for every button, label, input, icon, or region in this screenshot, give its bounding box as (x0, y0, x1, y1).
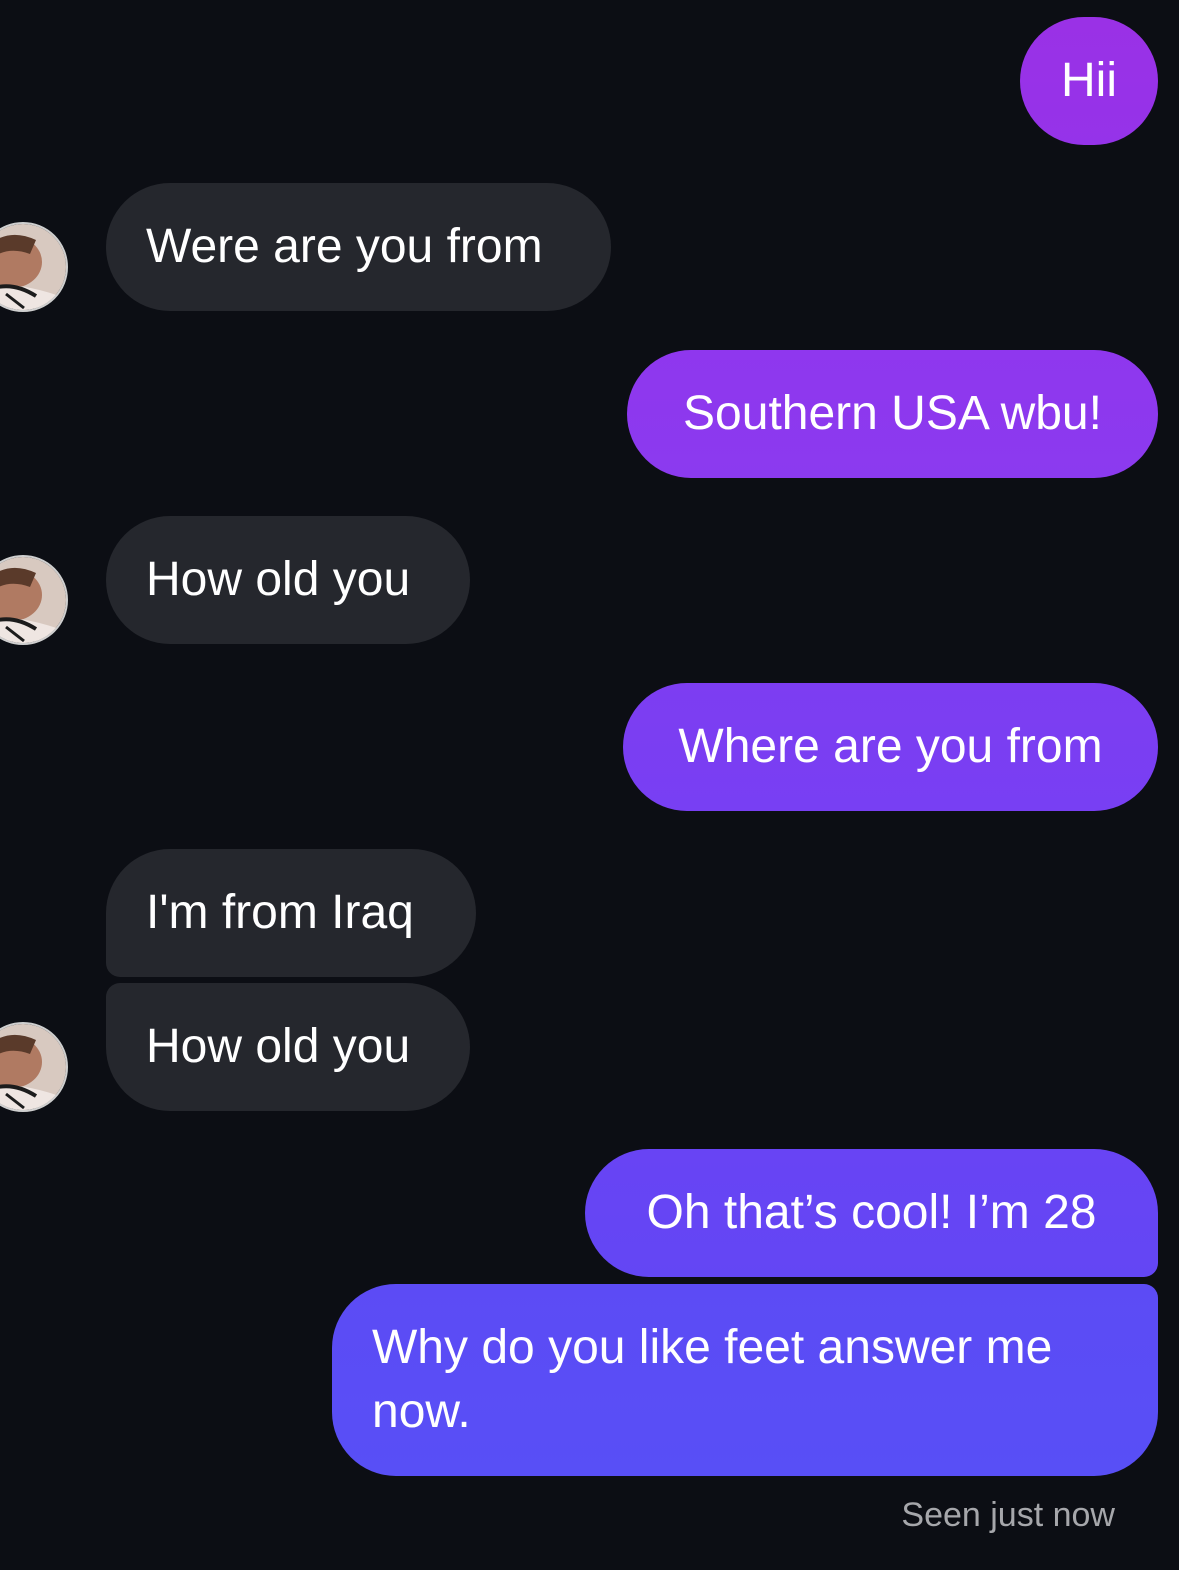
outgoing-message-bubble[interactable]: Southern USA wbu! (627, 350, 1158, 478)
outgoing-message-bubble[interactable]: Oh that’s cool! I’m 28 (585, 1149, 1158, 1277)
incoming-message-bubble[interactable]: How old you (106, 516, 470, 644)
outgoing-message-bubble[interactable]: Why do you like feet answer me now. (332, 1284, 1158, 1476)
incoming-message-bubble[interactable]: Were are you from (106, 183, 611, 311)
seen-status: Seen just now (901, 1496, 1115, 1534)
avatar-photo-icon (0, 557, 66, 643)
contact-avatar[interactable] (0, 555, 68, 645)
outgoing-message-bubble[interactable]: Where are you from (623, 683, 1158, 811)
avatar-photo-icon (0, 1024, 66, 1110)
avatar-photo-icon (0, 224, 66, 310)
contact-avatar[interactable] (0, 1022, 68, 1112)
incoming-message-bubble[interactable]: I'm from Iraq (106, 849, 476, 977)
contact-avatar[interactable] (0, 222, 68, 312)
outgoing-message-bubble[interactable]: Hii (1020, 17, 1158, 145)
message-thread: Hii Were are you from Southern USA wbu! … (0, 0, 1179, 1570)
incoming-message-bubble[interactable]: How old you (106, 983, 470, 1111)
